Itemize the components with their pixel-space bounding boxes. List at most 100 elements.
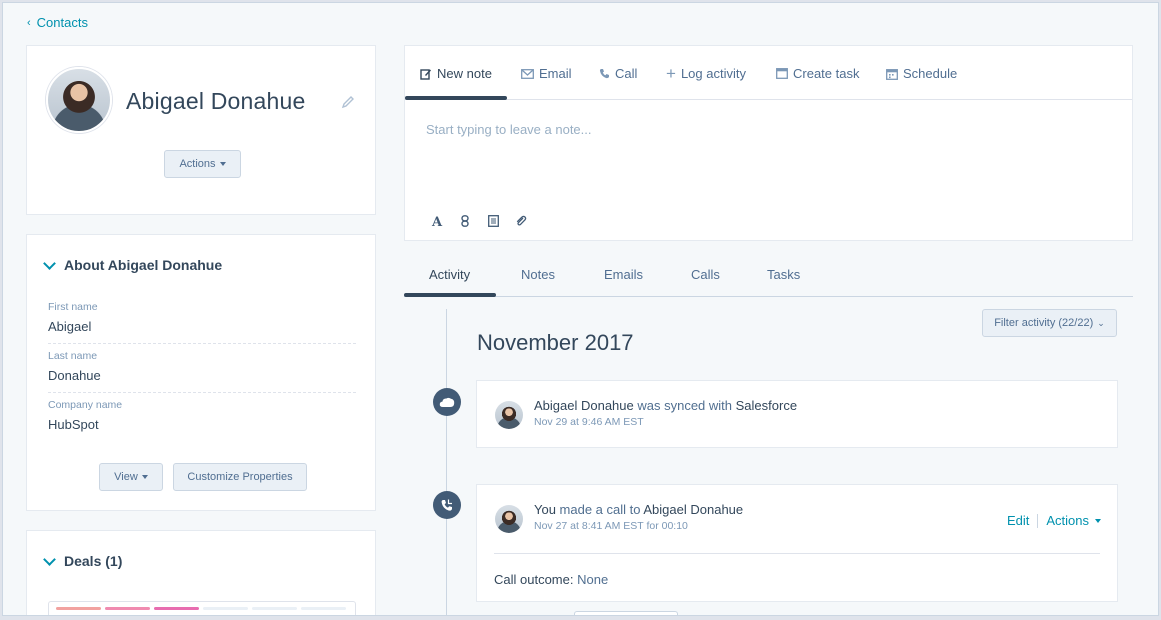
tab-email[interactable]: Email (521, 66, 572, 81)
about-card: About Abigael Donahue First name Abigael… (26, 234, 376, 511)
avatar (495, 401, 523, 429)
plus-icon: + (666, 64, 676, 83)
timeline-line (446, 309, 447, 615)
event-target[interactable]: Abigael Donahue (643, 502, 743, 517)
chevron-down-icon (43, 256, 56, 270)
link-icon[interactable] (457, 215, 473, 230)
deals-card: Deals (1) (26, 530, 376, 615)
filter-activity-button[interactable]: Filter activity (22/22) ⌄ (982, 309, 1117, 337)
outcome-value: None (573, 572, 609, 587)
pencil-edit-icon[interactable] (340, 94, 356, 110)
event-actions: Edit Actions (1007, 513, 1101, 528)
event-timestamp: Nov 27 at 8:41 AM EST for 00:10 (534, 520, 688, 532)
divider (494, 553, 1100, 554)
customize-button-label: Customize Properties (187, 471, 293, 483)
call-outcome: Call outcome: None (494, 572, 608, 587)
event-actions-dropdown[interactable]: Actions (1046, 513, 1101, 528)
tab-label: Call (615, 66, 638, 81)
event-verb: made a call to (555, 502, 644, 517)
tab-label: New note (437, 66, 492, 81)
field-first-name[interactable]: First name Abigael (48, 301, 356, 344)
divider (1037, 513, 1039, 528)
active-tab-indicator (404, 293, 496, 297)
profile-card: Abigael Donahue Actions (26, 45, 376, 215)
deal-stage-segment (105, 607, 150, 610)
tab-label: Log activity (680, 66, 746, 81)
activity-composer: New note Email Call + Log activity Creat… (404, 45, 1133, 241)
caret-down-icon (219, 162, 226, 166)
contact-name: Abigael Donahue (126, 88, 306, 114)
event-target: Salesforce (735, 398, 798, 413)
edit-link[interactable]: Edit (1007, 513, 1029, 528)
actions-button-label: Actions (179, 158, 216, 170)
avatar (46, 67, 112, 133)
tab-notes[interactable]: Notes (521, 267, 555, 282)
actions-button[interactable]: Actions (164, 150, 241, 178)
event-actor: You (534, 502, 556, 517)
deal-stage-segment (56, 607, 101, 610)
chevron-left-icon: ‹ (27, 16, 31, 29)
tab-new-note[interactable]: New note (420, 66, 492, 81)
composer-tabs: New note Email Call + Log activity Creat… (405, 46, 1132, 100)
app-frame: ‹ Contacts Abigael Donahue Actions About… (2, 2, 1159, 616)
tab-label: Email (539, 66, 572, 81)
deal-stage-segment (252, 607, 297, 610)
field-company-name[interactable]: Company name HubSpot (48, 399, 356, 441)
tab-log-activity[interactable]: + Log activity (666, 64, 746, 83)
deal-stage-segment (203, 607, 248, 610)
event-actor[interactable]: Abigael Donahue (534, 398, 634, 413)
field-value: HubSpot (48, 417, 99, 432)
customize-properties-button[interactable]: Customize Properties (173, 463, 307, 491)
pencil-note-icon (420, 68, 431, 80)
event-verb: was synced with (633, 398, 736, 413)
text-style-icon[interactable]: A (429, 215, 445, 230)
caret-down-icon (141, 475, 148, 479)
tab-tasks[interactable]: Tasks (767, 267, 800, 282)
tab-calls[interactable]: Calls (691, 267, 720, 282)
back-to-contacts-link[interactable]: ‹ Contacts (27, 15, 88, 30)
snippet-icon[interactable] (485, 215, 501, 230)
event-timestamp: Nov 29 at 9:46 AM EST (534, 416, 644, 428)
tab-emails[interactable]: Emails (604, 267, 643, 282)
activity-event-call[interactable]: You made a call to Abigael Donahue Nov 2… (476, 484, 1118, 602)
note-input[interactable]: Start typing to leave a note... (426, 122, 592, 137)
activity-tabs: Activity Notes Emails Calls Tasks (404, 253, 1133, 297)
event-title: You made a call to Abigael Donahue (534, 502, 743, 517)
caret-down-icon (1095, 518, 1101, 523)
tab-label: Create task (793, 66, 860, 81)
tab-call[interactable]: Call (599, 66, 637, 81)
tab-activity[interactable]: Activity (429, 267, 470, 282)
filter-label: Filter activity (22/22) (994, 317, 1094, 329)
tab-schedule[interactable]: Schedule (886, 66, 957, 81)
field-label: First name (48, 301, 98, 313)
field-value: Abigael (48, 319, 92, 334)
actions-label: Actions (1046, 513, 1089, 528)
tab-create-task[interactable]: Create task (776, 66, 859, 81)
deal-stage-segment (301, 607, 346, 610)
field-label: Company name (48, 399, 123, 411)
caret-down-icon: ⌄ (1097, 317, 1105, 328)
active-tab-indicator (405, 96, 507, 100)
field-label: Last name (48, 350, 98, 362)
about-section-toggle[interactable]: About Abigael Donahue (43, 256, 223, 273)
outcome-label: Call outcome: (494, 572, 574, 587)
task-icon (776, 68, 788, 79)
phone-call-icon (433, 491, 461, 519)
event-title: Abigael Donahue was synced with Salesfor… (534, 398, 797, 413)
field-value: Donahue (48, 368, 101, 383)
view-button[interactable]: View (99, 463, 163, 491)
phone-icon (599, 69, 609, 79)
attachment-icon[interactable] (513, 215, 529, 230)
salesforce-cloud-icon (433, 388, 461, 416)
activity-event-sync[interactable]: Abigael Donahue was synced with Salesfor… (476, 380, 1118, 448)
view-button-label: View (114, 471, 138, 483)
field-last-name[interactable]: Last name Donahue (48, 350, 356, 393)
deal-stage-bar[interactable] (48, 601, 356, 615)
deals-heading: Deals (1) (64, 553, 123, 569)
calendar-icon (886, 68, 898, 80)
about-heading: About Abigael Donahue (64, 257, 223, 273)
tab-label: Schedule (903, 66, 958, 81)
avatar (495, 505, 523, 533)
partial-button[interactable] (574, 611, 678, 615)
deals-section-toggle[interactable]: Deals (1) (43, 552, 123, 569)
